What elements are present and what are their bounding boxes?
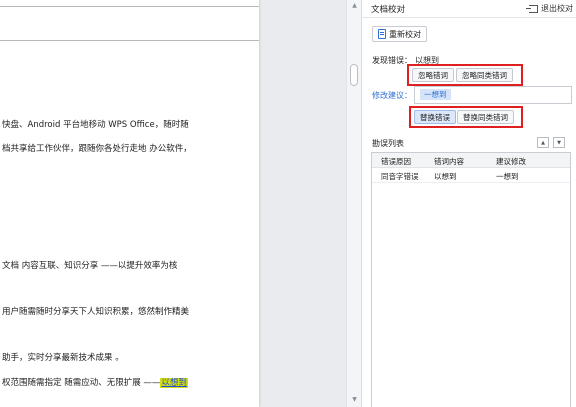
page-header-rule: [0, 40, 259, 41]
page-header-line: [0, 6, 259, 7]
document-line[interactable]: 档共享给工作伙伴，跟随你各处行走地 办公软件，: [2, 144, 192, 155]
document-line[interactable]: 用户随需随时分享天下人知识积累，悠然制作精美: [2, 307, 189, 318]
table-cell-wrong-word: 以想到: [434, 172, 457, 181]
highlighted-error-word[interactable]: 以想到: [160, 378, 188, 388]
error-list-title: 勘误列表: [372, 139, 404, 148]
proofread-panel: 文档校对 退出校对 重新校对 发现错误： 以想到 忽略错词 忽略同类错词 修改建…: [361, 0, 576, 407]
document-text[interactable]: 快盘、Android 平台地移动 WPS Office，随时随 档共享给工作伙伴…: [0, 0, 259, 407]
panel-title: 文档校对: [371, 5, 406, 15]
document-line-text: 权范围随需指定 随需应动、无限扩展 ——: [2, 378, 161, 388]
suggestion-chip[interactable]: 一想到: [420, 89, 451, 100]
column-header-suggestion: 建议修改: [496, 157, 526, 166]
document-check-icon: [378, 29, 386, 39]
table-row[interactable]: 同音字错误 以想到 一想到: [372, 168, 570, 183]
replace-error-button[interactable]: 替换错误: [414, 110, 456, 124]
column-header-reason: 错误原因: [381, 157, 411, 166]
table-cell-suggestion: 一想到: [496, 172, 519, 181]
exit-proofread-label: 退出校对: [541, 4, 573, 13]
document-line-last[interactable]: 权范围随需指定 随需应动、无限扩展 ——以想到: [2, 378, 188, 389]
ignore-same-errors-button[interactable]: 忽略同类错词: [456, 68, 513, 82]
document-scrollbar[interactable]: ▲ ▼: [346, 0, 361, 407]
scroll-up-arrow-icon[interactable]: ▲: [347, 2, 362, 9]
ignore-error-button[interactable]: 忽略错词: [412, 68, 454, 82]
list-up-icon[interactable]: ▲: [537, 137, 549, 148]
list-down-icon[interactable]: ▼: [553, 137, 565, 148]
error-table: 错误原因 错词内容 建议修改 同音字错误 以想到 一想到: [371, 152, 571, 407]
panel-header: 文档校对 退出校对: [362, 0, 576, 18]
document-line[interactable]: 快盘、Android 平台地移动 WPS Office，随时随: [2, 120, 189, 131]
recheck-button[interactable]: 重新校对: [372, 26, 427, 42]
document-line[interactable]: 文档 内容互联、知识分享 ——以提升效率为核: [2, 261, 177, 272]
found-error-label: 发现错误：: [372, 56, 412, 65]
replace-same-errors-button[interactable]: 替换同类错词: [457, 110, 514, 124]
suggestion-label: 修改建议：: [372, 91, 412, 100]
recheck-label: 重新校对: [389, 29, 421, 39]
exit-proofread-button[interactable]: 退出校对: [526, 3, 573, 14]
scroll-down-arrow-icon[interactable]: ▼: [347, 396, 362, 403]
document-page[interactable]: 快盘、Android 平台地移动 WPS Office，随时随 档共享给工作伙伴…: [0, 0, 259, 407]
column-header-wrong-word: 错词内容: [434, 157, 464, 166]
table-cell-reason: 同音字错误: [381, 172, 419, 181]
exit-icon: [526, 4, 538, 13]
document-line[interactable]: 助手，实时分享最新技术成果 。: [2, 353, 124, 364]
scrollbar-thumb[interactable]: [350, 64, 358, 86]
table-header-row: 错误原因 错词内容 建议修改: [372, 153, 570, 168]
